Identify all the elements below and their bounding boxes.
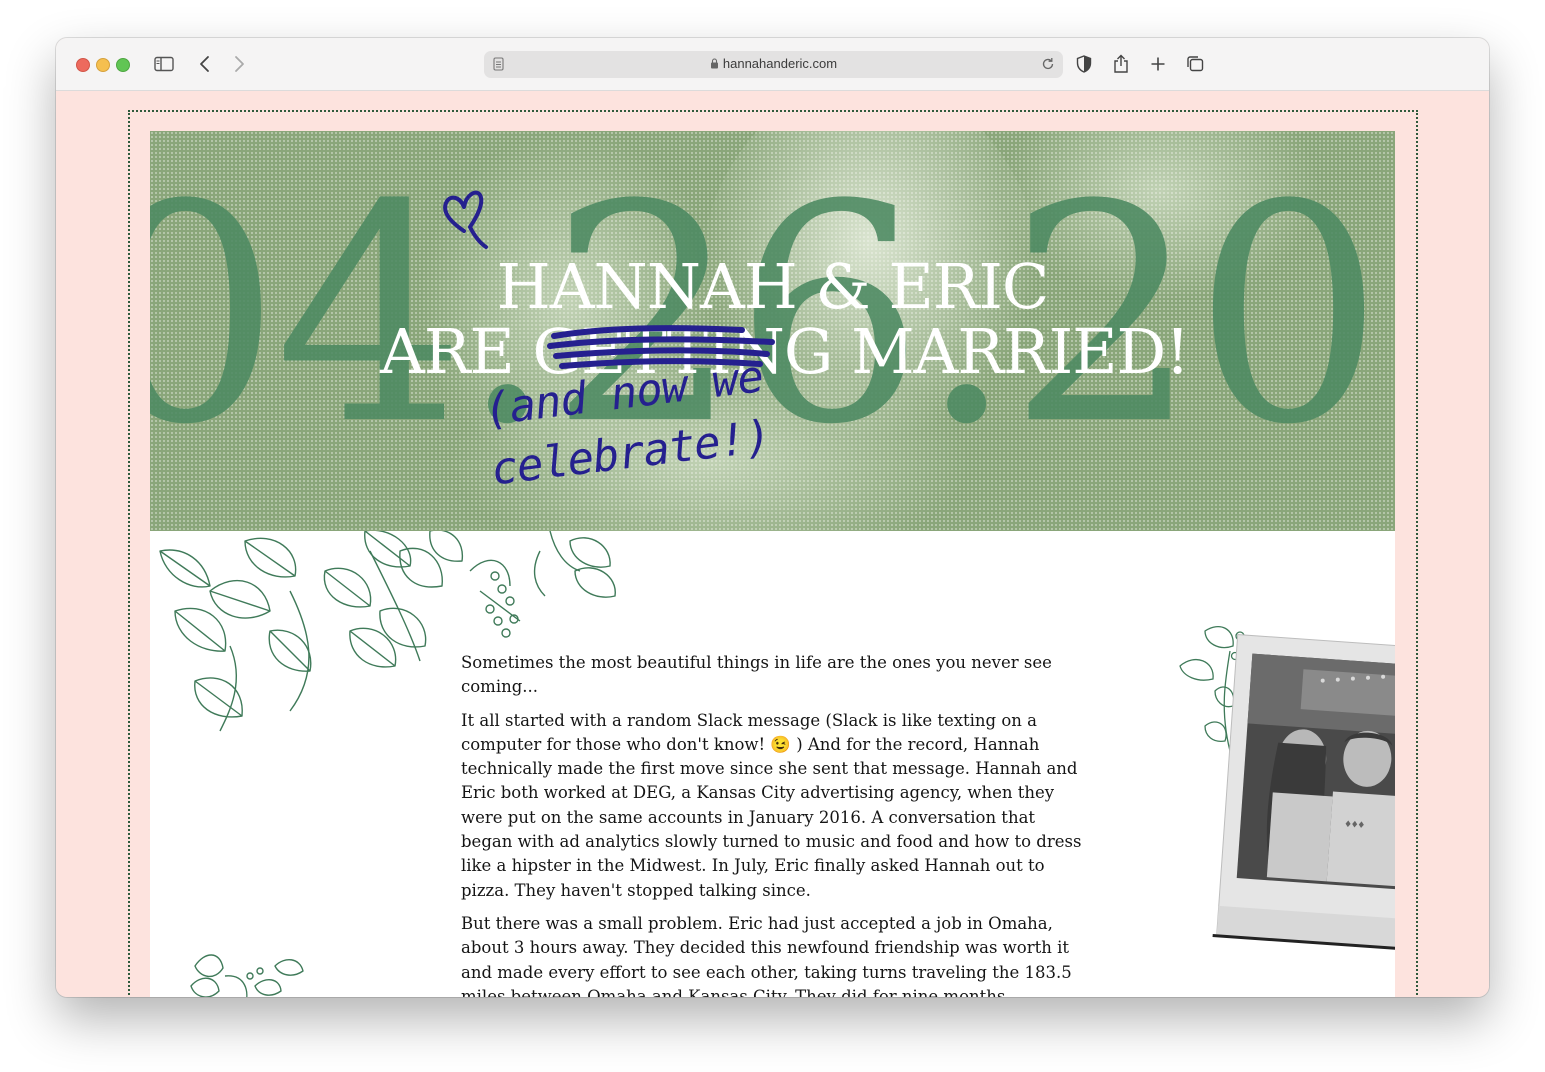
browser-window: hannahanderic.com 04.26.20 HANNAH & ERIC… bbox=[56, 38, 1489, 997]
new-tab-icon[interactable] bbox=[1146, 52, 1170, 76]
browser-toolbar: hannahanderic.com bbox=[56, 38, 1489, 91]
reload-icon[interactable] bbox=[1041, 57, 1055, 76]
privacy-shield-icon[interactable] bbox=[1072, 52, 1096, 76]
back-arrow-icon[interactable] bbox=[193, 52, 217, 76]
tab-overview-icon[interactable] bbox=[1183, 52, 1207, 76]
forward-arrow-icon[interactable] bbox=[227, 52, 251, 76]
floral-illustration-bottom-left bbox=[185, 946, 315, 997]
our-story-text: Sometimes the most beautiful things in l… bbox=[461, 651, 1086, 997]
hero-title-line1: HANNAH & ERIC bbox=[496, 250, 1050, 323]
share-icon[interactable] bbox=[1109, 52, 1133, 76]
story-paragraph: Sometimes the most beautiful things in l… bbox=[461, 653, 1052, 697]
hero-banner: 04.26.20 HANNAH & ERIC ARE GETTING MARRI… bbox=[150, 131, 1395, 531]
web-page: 04.26.20 HANNAH & ERIC ARE GETTING MARRI… bbox=[56, 91, 1489, 997]
url-display: hannahanderic.com bbox=[484, 56, 1063, 72]
hero-heart-icon bbox=[440, 187, 496, 258]
polaroid-photo: ♦♦♦ bbox=[1175, 621, 1395, 953]
story-paragraph: But there was a small problem. Eric had … bbox=[461, 913, 1072, 997]
content-section: Sometimes the most beautiful things in l… bbox=[150, 531, 1395, 997]
close-window-button[interactable] bbox=[76, 58, 90, 72]
minimize-window-button[interactable] bbox=[96, 58, 110, 72]
sidebar-toggle-icon[interactable] bbox=[152, 52, 176, 76]
hero-title-are: ARE bbox=[380, 315, 515, 388]
lock-icon bbox=[710, 57, 719, 72]
address-bar[interactable]: hannahanderic.com bbox=[484, 51, 1063, 78]
maximize-window-button[interactable] bbox=[116, 58, 130, 72]
story-paragraph: It all started with a random Slack messa… bbox=[461, 710, 1082, 900]
url-text: hannahanderic.com bbox=[722, 56, 838, 71]
svg-text:♦♦♦: ♦♦♦ bbox=[1344, 817, 1365, 831]
